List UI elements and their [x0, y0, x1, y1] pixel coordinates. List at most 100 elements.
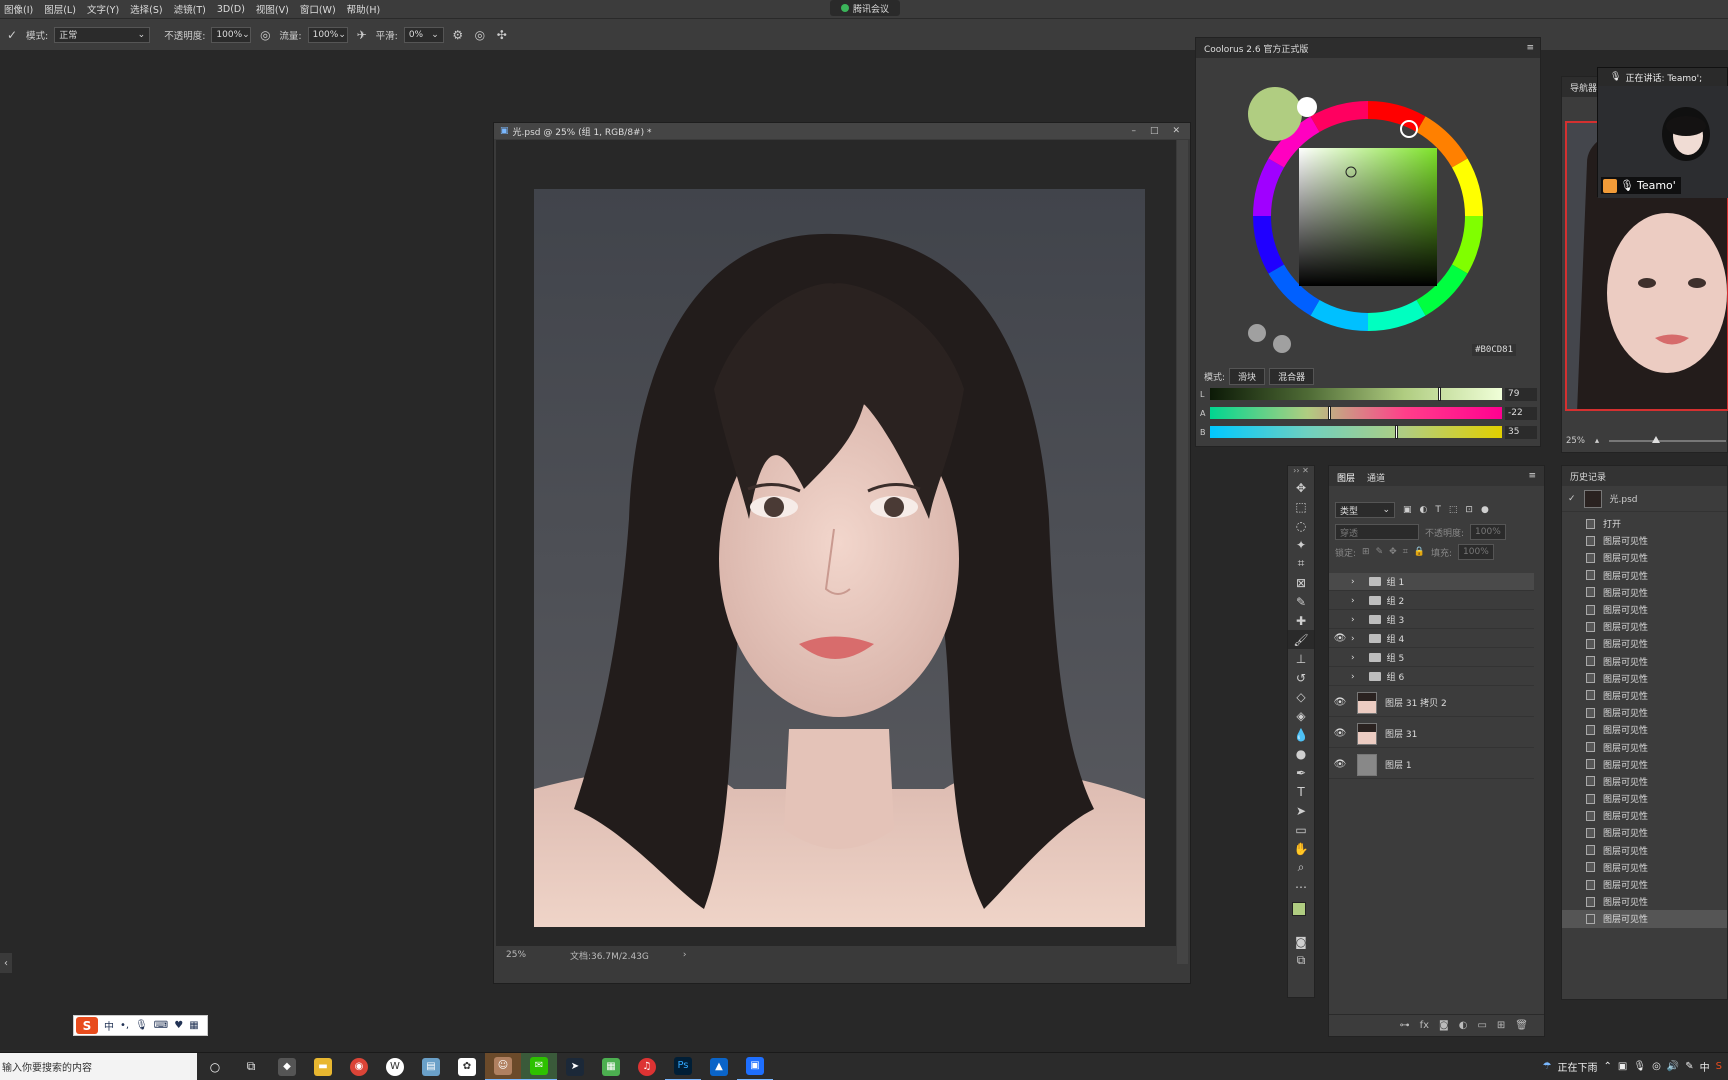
airbrush-icon[interactable]: ✈	[354, 27, 370, 43]
history-item[interactable]: 图层可见性	[1562, 721, 1727, 738]
coolorus-tab[interactable]: Coolorus 2.6 官方正式版 ≡	[1196, 38, 1540, 58]
wechat-icon[interactable]: ✉	[521, 1052, 557, 1080]
history-item[interactable]: 图层可见性	[1562, 756, 1727, 773]
trash-icon[interactable]: 🗑	[1515, 1020, 1528, 1031]
eye-icon[interactable]: 👁	[1329, 728, 1351, 739]
menu-item-3d[interactable]: 3D(D)	[217, 4, 245, 15]
pen-tool-icon[interactable]: ✒	[1288, 763, 1314, 782]
lock-artboard-icon[interactable]: ⌗	[1403, 547, 1408, 557]
screen-mode-icon[interactable]: ⧉	[1288, 951, 1314, 970]
filter-type-icon[interactable]: T	[1435, 505, 1441, 515]
panel-menu-icon[interactable]: ≡	[1526, 43, 1534, 53]
pressure-opacity-icon[interactable]: ◎	[257, 27, 273, 43]
ime-tray-icon[interactable]: S	[1716, 1061, 1722, 1072]
layer-group-row[interactable]: › 组 2	[1329, 592, 1534, 610]
bucket-tool-icon[interactable]: ◈	[1288, 706, 1314, 725]
chevron-right-icon[interactable]: ›	[1351, 615, 1355, 625]
meeting-speaker-window[interactable]: 🎙 正在讲话: Teamo'; 🎙 Teamo'	[1597, 67, 1728, 198]
menu-item-window[interactable]: 窗口(W)	[300, 2, 336, 16]
menu-item-select[interactable]: 选择(S)	[130, 2, 162, 16]
history-brush-tool-icon[interactable]: ↺	[1288, 668, 1314, 687]
artwork-canvas[interactable]	[534, 189, 1145, 927]
color-wheel[interactable]	[1196, 58, 1542, 358]
layer-group-row[interactable]: › 组 5	[1329, 649, 1534, 667]
menu-item-filter[interactable]: 滤镜(T)	[174, 2, 206, 16]
add-mask-icon[interactable]: ◙	[1439, 1020, 1449, 1031]
healing-tool-icon[interactable]: ✚	[1288, 611, 1314, 630]
layer-group-row[interactable]: › 组 1	[1329, 573, 1534, 591]
gear-app-icon[interactable]: ✿	[449, 1053, 485, 1080]
history-snapshot[interactable]: ✓ 光.psd	[1562, 486, 1727, 512]
chevron-right-icon[interactable]: ›	[1351, 596, 1355, 606]
history-item[interactable]: 图层可见性	[1562, 601, 1727, 618]
chevron-right-icon[interactable]: ›	[1351, 634, 1355, 644]
history-brush-source-icon[interactable]: ✓	[1568, 494, 1576, 504]
stamp-tool-icon[interactable]: ⊥	[1288, 649, 1314, 668]
doc-size-readout[interactable]: 文档:36.7M/2.43G	[570, 949, 649, 962]
panel-menu-icon[interactable]: ≡	[1528, 471, 1536, 481]
frame-tool-icon[interactable]: ⊠	[1288, 573, 1314, 592]
history-item[interactable]: 图层可见性	[1562, 704, 1727, 721]
hand-tool-icon[interactable]: ✋	[1288, 839, 1314, 858]
crop-tool-icon[interactable]: ⌗	[1288, 554, 1314, 573]
chevron-right-icon[interactable]: ›	[1351, 577, 1355, 587]
menu-item-image[interactable]: 图像(I)	[4, 2, 33, 16]
canvas-area[interactable]: 25% 文档:36.7M/2.43G ›	[496, 140, 1176, 964]
file-explorer-icon[interactable]: ▬	[305, 1053, 341, 1080]
mountain-small-icon[interactable]: ▴	[1595, 436, 1599, 446]
ime-toolbar[interactable]: S 中 •, 🎙 ⌨ ♥ ▦	[73, 1015, 208, 1036]
mixer-mode-button[interactable]: 混合器	[1269, 368, 1315, 385]
new-group-icon[interactable]: ▭	[1477, 1020, 1486, 1031]
blur-tool-icon[interactable]: 💧	[1288, 725, 1314, 744]
chrome-icon[interactable]: ◉	[341, 1053, 377, 1080]
type-tool-icon[interactable]: T	[1288, 782, 1314, 801]
lock-paint-icon[interactable]: ✎	[1376, 547, 1384, 557]
panel-grip[interactable]: ›› ✕	[1288, 466, 1314, 478]
photoshop-icon[interactable]: Ps	[665, 1053, 701, 1080]
lasso-tool-icon[interactable]: ◌	[1288, 516, 1314, 535]
tab-channels[interactable]: 通道	[1367, 471, 1385, 484]
steam-icon[interactable]: ➤	[557, 1053, 593, 1080]
menu-item-view[interactable]: 视图(V)	[256, 2, 289, 16]
menu-item-help[interactable]: 帮助(H)	[347, 2, 381, 16]
input-language[interactable]: 中	[1700, 1059, 1710, 1074]
link-layers-icon[interactable]: ⊶	[1400, 1020, 1410, 1031]
netease-music-icon[interactable]: ♫	[629, 1053, 665, 1080]
app-icon-w[interactable]: W	[377, 1053, 413, 1080]
l-value[interactable]: 79	[1505, 387, 1537, 401]
gear-icon[interactable]: ⚙	[450, 27, 466, 43]
zoom-readout[interactable]: 25%	[506, 950, 526, 960]
eye-icon[interactable]: 👁	[1329, 697, 1351, 708]
new-layer-icon[interactable]: ⊞	[1497, 1020, 1505, 1031]
app-tray-icon[interactable]: ◎	[1652, 1061, 1661, 1072]
keyboard-icon[interactable]: ⌨	[154, 1020, 168, 1031]
weather-text[interactable]: 正在下雨	[1558, 1059, 1598, 1074]
navigator-zoom-value[interactable]: 25%	[1566, 436, 1585, 446]
marquee-tool-icon[interactable]: ⬚	[1288, 497, 1314, 516]
l-slider[interactable]	[1210, 387, 1502, 401]
layer-row[interactable]: 👁 图层 31	[1329, 720, 1534, 748]
history-tab[interactable]: 历史记录	[1562, 466, 1727, 486]
meeting-indicator[interactable]: 腾讯会议	[830, 0, 900, 16]
layer-row[interactable]: 👁 图层 1	[1329, 751, 1534, 779]
history-item[interactable]: 图层可见性	[1562, 824, 1727, 841]
history-item[interactable]: 打开	[1562, 515, 1727, 532]
voice-icon[interactable]: 🎙	[135, 1020, 148, 1031]
more-tools-icon[interactable]: ⋯	[1288, 877, 1314, 896]
panel-collapse-icon[interactable]: ‹	[0, 953, 12, 973]
chevron-right-icon[interactable]: ›	[1351, 672, 1355, 682]
hex-readout[interactable]: #B0CD81	[1472, 344, 1516, 356]
history-item[interactable]: 图层可见性	[1562, 807, 1727, 824]
opacity-field[interactable]: 100% ⌄	[211, 26, 252, 43]
layer-group-row[interactable]: 👁 › 组 4	[1329, 630, 1534, 648]
brush-tool-icon[interactable]: 🖌	[1288, 630, 1314, 649]
b-value[interactable]: 35	[1505, 425, 1537, 439]
vertical-scrollbar[interactable]	[1177, 140, 1188, 964]
path-select-tool-icon[interactable]: ➤	[1288, 801, 1314, 820]
skin-icon[interactable]: ♥	[174, 1020, 183, 1031]
mode-select[interactable]: 正常 ⌄	[54, 26, 151, 43]
b-slider[interactable]	[1210, 425, 1502, 439]
document-title-bar[interactable]: ▣ 光.psd @ 25% (组 1, RGB/8#) * – □ ✕	[494, 123, 1190, 139]
toolbox-icon[interactable]: ▦	[189, 1020, 198, 1031]
lock-move-icon[interactable]: ✥	[1389, 547, 1397, 557]
